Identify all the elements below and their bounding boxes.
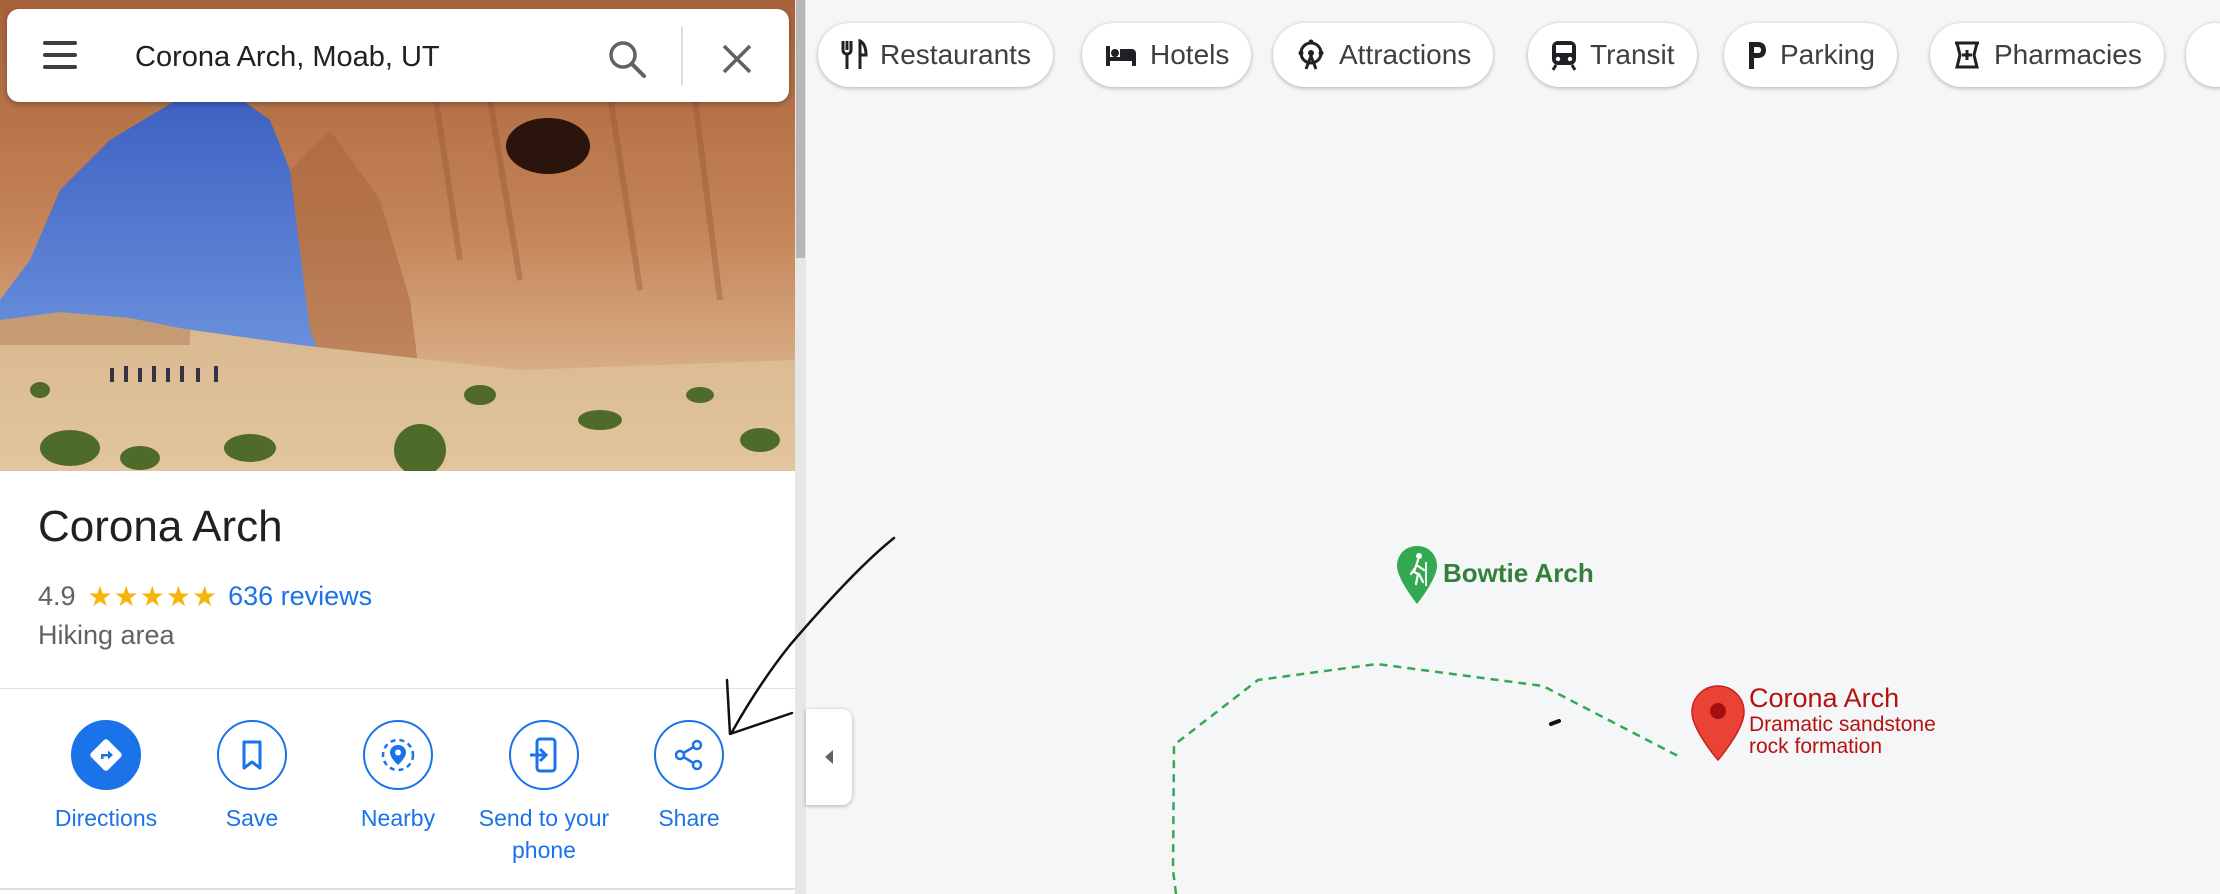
search-icon (609, 41, 646, 78)
search-button[interactable] (607, 39, 647, 79)
chip-label: Restaurants (880, 39, 1031, 70)
share-icon (674, 739, 703, 771)
save-label: Save (225, 805, 279, 831)
rating-value: 4.9 (38, 580, 76, 611)
send-to-phone-button[interactable]: Send to your phone (474, 720, 614, 866)
train-icon (1551, 41, 1577, 71)
ferris-wheel-icon (1298, 39, 1324, 70)
divider (0, 888, 795, 890)
marker-label-corona-arch[interactable]: Corona Arch (1749, 683, 1899, 714)
pharmacy-icon (1955, 41, 1979, 69)
trail-path (1171, 662, 1679, 894)
bookmark-icon (242, 740, 262, 770)
save-button[interactable]: Save (182, 720, 322, 834)
fork-knife-icon (841, 39, 868, 69)
chip-label: Transit (1590, 39, 1675, 70)
nearby-button[interactable]: Nearby (328, 720, 468, 834)
place-pin-icon (1691, 685, 1745, 762)
collapse-panel-button[interactable] (806, 709, 852, 805)
ink-mark (1549, 719, 1561, 726)
reviews-link[interactable]: 636 reviews (228, 581, 372, 612)
directions-icon (90, 739, 122, 771)
place-category: Hiking area (38, 620, 175, 650)
directions-button[interactable]: Directions (36, 720, 176, 834)
marker-description: Dramatic sandstone (1749, 713, 1936, 736)
menu-button[interactable] (37, 37, 81, 73)
chip-label: Parking (1780, 39, 1875, 70)
chip-transit[interactable]: Transit (1528, 23, 1697, 87)
directions-label: Directions (54, 805, 158, 831)
clear-search-button[interactable] (719, 41, 755, 77)
send-to-phone-icon (530, 737, 557, 773)
search-divider (681, 27, 683, 85)
place-title: Corona Arch (38, 502, 283, 551)
caret-left-icon (825, 750, 833, 764)
send-to-phone-label: Send to your phone (478, 805, 610, 863)
hiking-marker-icon (1397, 546, 1437, 604)
place-panel: Corona Arch 4.9 ★★★★★ 636 reviews Hiking… (0, 0, 795, 894)
chip-parking[interactable]: Parking (1724, 23, 1897, 87)
share-label: Share (658, 805, 720, 831)
menu-icon-bar (43, 53, 77, 57)
map-overlay (1171, 546, 1745, 894)
marker-description: rock formation (1749, 735, 1883, 758)
rating-row: 4.9 ★★★★★ 636 reviews (38, 578, 372, 614)
rating-stars: ★★★★★ (87, 580, 219, 612)
divider (0, 688, 795, 689)
menu-icon-bar (43, 65, 77, 69)
chip-label: Pharmacies (1994, 39, 2142, 70)
chip-restaurants[interactable]: Restaurants (818, 23, 1053, 87)
bed-icon (1106, 46, 1136, 66)
panel-scrollbar-thumb[interactable] (796, 0, 805, 258)
chip-label: Attractions (1339, 39, 1472, 70)
parking-icon (1749, 42, 1766, 69)
map-canvas[interactable]: Restaurants Hotels Attractions Transit P… (806, 0, 2220, 894)
menu-icon (43, 41, 77, 45)
chip-label: Hotels (1150, 39, 1230, 70)
search-box (7, 9, 789, 102)
nearby-icon (381, 738, 415, 772)
nearby-label: Nearby (360, 805, 436, 831)
chip-hotels[interactable]: Hotels (1082, 23, 1252, 87)
marker-label-bowtie-arch[interactable]: Bowtie Arch (1443, 558, 1594, 589)
search-input[interactable] (133, 31, 587, 83)
chip-attractions[interactable]: Attractions (1273, 23, 1494, 87)
chip-pharmacies[interactable]: Pharmacies (1930, 23, 2164, 87)
close-icon (722, 44, 752, 74)
share-button[interactable]: Share (619, 720, 759, 834)
